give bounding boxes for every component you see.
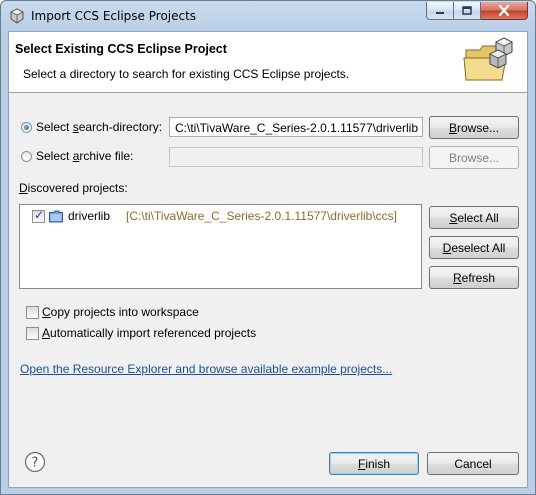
maximize-button[interactable] xyxy=(454,2,481,20)
dialog-window: Import CCS Eclipse Projects Select Exist… xyxy=(0,0,536,495)
archive-file-input[interactable] xyxy=(169,147,423,167)
banner-description: Select a directory to search for existin… xyxy=(23,67,350,81)
copy-into-workspace-label[interactable]: Copy projects into workspace xyxy=(42,305,199,319)
wizard-banner: Select Existing CCS Eclipse Project Sele… xyxy=(9,32,527,93)
close-button[interactable] xyxy=(481,2,528,20)
banner-title: Select Existing CCS Eclipse Project xyxy=(15,42,227,56)
project-folder-icon xyxy=(49,210,63,223)
list-item[interactable]: driverlib [C:\ti\TivaWare_C_Series-2.0.1… xyxy=(32,208,414,225)
dialog-client-area: Select Existing CCS Eclipse Project Sele… xyxy=(8,31,528,488)
import-folder-icon xyxy=(463,37,513,81)
browse-directory-button[interactable]: Browse... xyxy=(429,116,519,139)
help-icon[interactable]: ? xyxy=(24,451,46,473)
archive-file-label[interactable]: Select archive file: xyxy=(36,149,133,163)
select-all-button[interactable]: Select All xyxy=(429,206,519,229)
copy-into-workspace-checkbox[interactable] xyxy=(26,306,39,319)
browse-archive-button[interactable]: Browse... xyxy=(429,146,519,169)
archive-file-radio[interactable] xyxy=(21,151,32,162)
eclipse-app-icon xyxy=(10,8,24,24)
project-checkbox[interactable] xyxy=(32,208,45,223)
minimize-icon xyxy=(436,11,444,14)
projects-list[interactable]: driverlib [C:\ti\TivaWare_C_Series-2.0.1… xyxy=(19,204,422,289)
title-bar[interactable]: Import CCS Eclipse Projects xyxy=(1,1,535,31)
search-directory-input[interactable]: C:\ti\TivaWare_C_Series-2.0.1.11577\driv… xyxy=(169,117,423,137)
cancel-button[interactable]: Cancel xyxy=(427,452,519,475)
resource-explorer-link[interactable]: Open the Resource Explorer and browse av… xyxy=(20,362,392,376)
search-directory-radio[interactable] xyxy=(21,122,32,133)
project-name: driverlib xyxy=(68,209,111,223)
finish-button[interactable]: Finish xyxy=(329,452,419,475)
search-directory-label[interactable]: Select search-directory: xyxy=(36,120,162,134)
window-title: Import CCS Eclipse Projects xyxy=(31,9,197,23)
project-path: [C:\ti\TivaWare_C_Series-2.0.1.11577\dri… xyxy=(126,209,397,223)
svg-text:?: ? xyxy=(32,456,39,471)
maximize-icon xyxy=(462,5,472,15)
refresh-button[interactable]: Refresh xyxy=(429,266,519,289)
discovered-projects-label: Discovered projects: xyxy=(19,181,128,195)
minimize-button[interactable] xyxy=(426,2,454,20)
auto-import-label[interactable]: Automatically import referenced projects xyxy=(42,326,256,340)
close-icon xyxy=(498,5,510,16)
auto-import-checkbox[interactable] xyxy=(26,327,39,340)
deselect-all-button[interactable]: Deselect All xyxy=(429,236,519,259)
